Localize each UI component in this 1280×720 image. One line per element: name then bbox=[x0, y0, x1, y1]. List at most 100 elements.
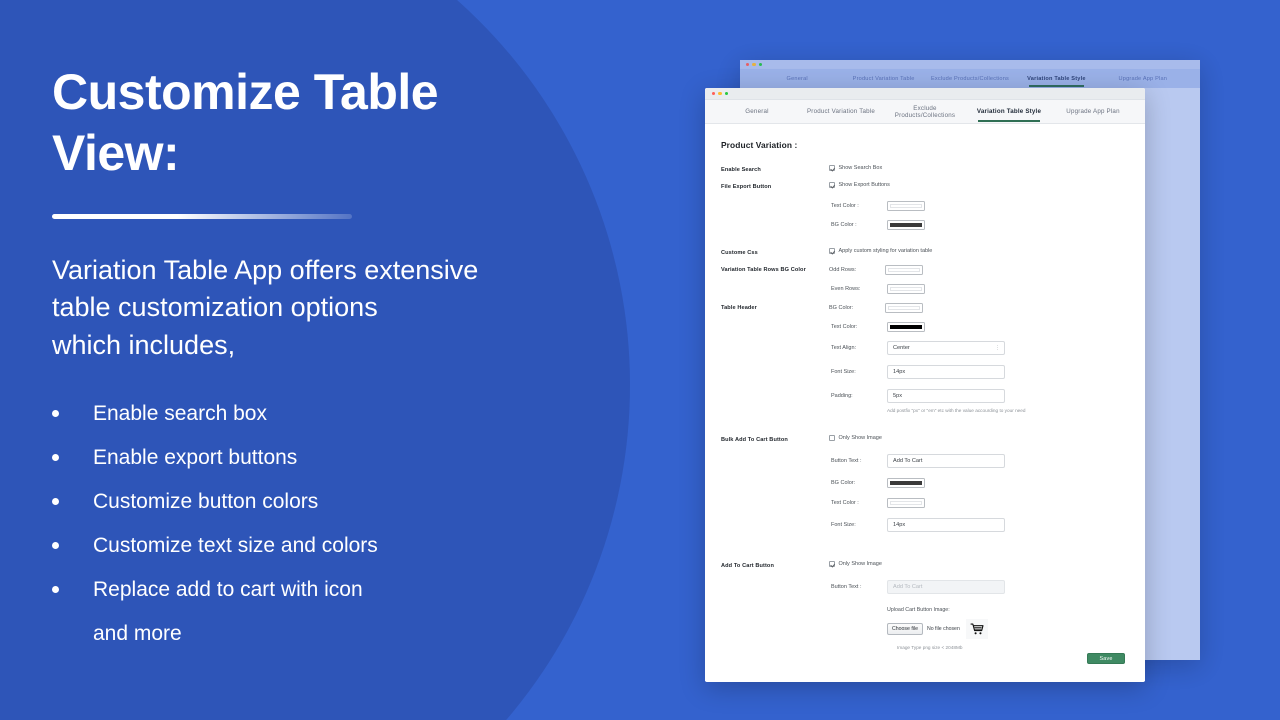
swatch-fill bbox=[887, 305, 921, 311]
padding-hint: Add postfix "px" or "em" etc with the va… bbox=[887, 408, 1026, 413]
header-bg-color-label: BG Color: bbox=[829, 305, 854, 311]
export-text-color-label: Text Color : bbox=[831, 203, 859, 209]
app-window: General Product Variation Table Exclude … bbox=[705, 88, 1145, 682]
swatch-fill bbox=[887, 267, 921, 273]
image-type-hint: Image Type png size < 2048Mb bbox=[897, 645, 963, 650]
add-to-cart-button-text-input: Add To Cart bbox=[887, 580, 1005, 594]
close-icon[interactable] bbox=[712, 91, 716, 96]
tab-variation-table-style[interactable]: Variation Table Style bbox=[967, 108, 1051, 122]
header-text-color-swatch[interactable] bbox=[887, 322, 925, 332]
tabbar: General Product Variation Table Exclude … bbox=[705, 100, 1145, 124]
back-window-tabbar: General Product Variation Table Exclude … bbox=[740, 69, 1200, 88]
header-font-size-label: Font Size: bbox=[831, 369, 856, 375]
back-tab-general[interactable]: General bbox=[754, 76, 840, 82]
swatch-fill bbox=[889, 324, 923, 330]
maximize-icon bbox=[758, 62, 763, 67]
row-add-to-cart: Add To Cart Button Only Show Image bbox=[721, 561, 1127, 569]
export-bg-color-label: BG Color : bbox=[831, 222, 857, 228]
row-export-text-color: Text Color : bbox=[721, 201, 1127, 211]
bulk-add-to-cart-label: Bulk Add To Cart Button bbox=[721, 437, 788, 443]
file-export-label: File Export Button bbox=[721, 184, 772, 190]
text-align-label: Text Align: bbox=[831, 345, 857, 351]
row-even-rows-bg: Even Rows: bbox=[721, 284, 1127, 294]
row-header-text-color: Text Color: bbox=[721, 322, 1127, 332]
row-bulk-button-text: Button Text : Add To Cart bbox=[721, 454, 1127, 468]
custom-css-label: Custome Css bbox=[721, 250, 758, 256]
bulk-bg-color-swatch[interactable] bbox=[887, 478, 925, 488]
panel-title: Product Variation : bbox=[721, 140, 798, 150]
text-align-select[interactable]: Center ⋮ bbox=[887, 341, 1005, 355]
back-tab-product-variation-table[interactable]: Product Variation Table bbox=[840, 76, 926, 82]
header-bg-color-swatch[interactable] bbox=[885, 303, 923, 313]
rows-bg-label: Variation Table Rows BG Color bbox=[721, 267, 806, 273]
tab-general[interactable]: General bbox=[715, 108, 799, 115]
show-export-buttons-label: Show Export Buttons bbox=[838, 182, 890, 188]
bulk-only-show-image-checkbox[interactable]: Only Show Image bbox=[829, 435, 882, 441]
minimize-icon bbox=[752, 62, 756, 67]
settings-form: Product Variation : Enable Search Show S… bbox=[705, 124, 1145, 681]
tab-product-variation-table[interactable]: Product Variation Table bbox=[799, 108, 883, 115]
bulk-font-size-label: Font Size: bbox=[831, 522, 856, 528]
window-titlebar bbox=[705, 88, 1145, 100]
choose-file-button[interactable]: Choose file bbox=[887, 623, 923, 635]
swatch-fill bbox=[889, 286, 923, 292]
close-icon bbox=[746, 62, 750, 67]
upload-cart-image-label: Upload Cart Button Image: bbox=[887, 607, 950, 613]
row-bulk-add-to-cart: Bulk Add To Cart Button Only Show Image bbox=[721, 435, 1127, 443]
row-custom-css: Custome Css Apply custom styling for var… bbox=[721, 248, 1127, 256]
export-text-color-swatch[interactable] bbox=[887, 201, 925, 211]
show-search-box-checkbox[interactable]: Show Search Box bbox=[829, 165, 882, 171]
add-to-cart-label: Add To Cart Button bbox=[721, 563, 774, 569]
apply-custom-styling-checkbox[interactable]: Apply custom styling for variation table bbox=[829, 248, 932, 254]
checkbox-icon[interactable] bbox=[829, 165, 835, 171]
text-align-value: Center bbox=[893, 345, 910, 351]
even-rows-label: Even Rows: bbox=[831, 286, 861, 292]
even-rows-color-swatch[interactable] bbox=[887, 284, 925, 294]
upload-cart-image-row: Choose file No file chosen bbox=[721, 619, 1127, 639]
header-padding-label: Padding: bbox=[831, 393, 853, 399]
apply-custom-styling-label: Apply custom styling for variation table bbox=[838, 248, 933, 254]
checkbox-icon[interactable] bbox=[829, 248, 835, 254]
swatch-fill bbox=[889, 480, 923, 486]
bulk-text-color-label: Text Color : bbox=[831, 500, 859, 506]
back-tab-upgrade-app-plan[interactable]: Upgrade App Plan bbox=[1100, 76, 1186, 82]
minimize-icon[interactable] bbox=[718, 91, 722, 96]
row-header-font-size: Font Size: 14px bbox=[721, 365, 1127, 379]
bulk-button-text-input[interactable]: Add To Cart bbox=[887, 454, 1005, 468]
swatch-fill bbox=[889, 203, 923, 209]
save-button[interactable]: Save bbox=[1087, 653, 1125, 664]
row-enable-search: Enable Search Show Search Box bbox=[721, 165, 1127, 173]
row-file-export-button: File Export Button Show Export Buttons bbox=[721, 182, 1127, 190]
odd-rows-color-swatch[interactable] bbox=[885, 265, 923, 275]
checkbox-icon[interactable] bbox=[829, 435, 835, 441]
bulk-text-color-swatch[interactable] bbox=[887, 498, 925, 508]
checkbox-icon[interactable] bbox=[829, 182, 835, 188]
export-bg-color-swatch[interactable] bbox=[887, 220, 925, 230]
back-tab-variation-table-style[interactable]: Variation Table Style bbox=[1013, 76, 1099, 87]
row-export-bg-color: BG Color : bbox=[721, 220, 1127, 230]
checkbox-icon[interactable] bbox=[829, 561, 835, 567]
bulk-font-size-input[interactable]: 14px bbox=[887, 518, 1005, 532]
file-status-text: No file chosen bbox=[926, 626, 960, 632]
show-export-buttons-checkbox[interactable]: Show Export Buttons bbox=[829, 182, 890, 188]
row-header-padding: Padding: 5px bbox=[721, 389, 1127, 403]
add-to-cart-only-show-image-label: Only Show Image bbox=[838, 561, 882, 567]
header-text-color-label: Text Color: bbox=[831, 324, 858, 330]
back-tab-exclude-products[interactable]: Exclude Products/Collections bbox=[927, 76, 1013, 82]
shopping-cart-icon bbox=[970, 623, 984, 634]
header-padding-input[interactable]: 5px bbox=[887, 389, 1005, 403]
row-variation-table-rows-bg: Variation Table Rows BG Color Odd Rows: bbox=[721, 265, 1127, 275]
header-font-size-input[interactable]: 14px bbox=[887, 365, 1005, 379]
add-to-cart-only-show-image-checkbox[interactable]: Only Show Image bbox=[829, 561, 882, 567]
odd-rows-label: Odd Rows: bbox=[829, 267, 857, 273]
swatch-fill bbox=[889, 222, 923, 228]
swatch-fill bbox=[889, 500, 923, 506]
app-screenshot-stack: General Product Variation Table Exclude … bbox=[0, 0, 1280, 720]
cart-image-preview bbox=[965, 619, 988, 639]
maximize-icon[interactable] bbox=[724, 91, 729, 96]
tab-exclude-products-collections[interactable]: Exclude Products/Collections bbox=[883, 105, 967, 119]
tab-upgrade-app-plan[interactable]: Upgrade App Plan bbox=[1051, 108, 1135, 115]
row-bulk-bg-color: BG Color: bbox=[721, 478, 1127, 488]
